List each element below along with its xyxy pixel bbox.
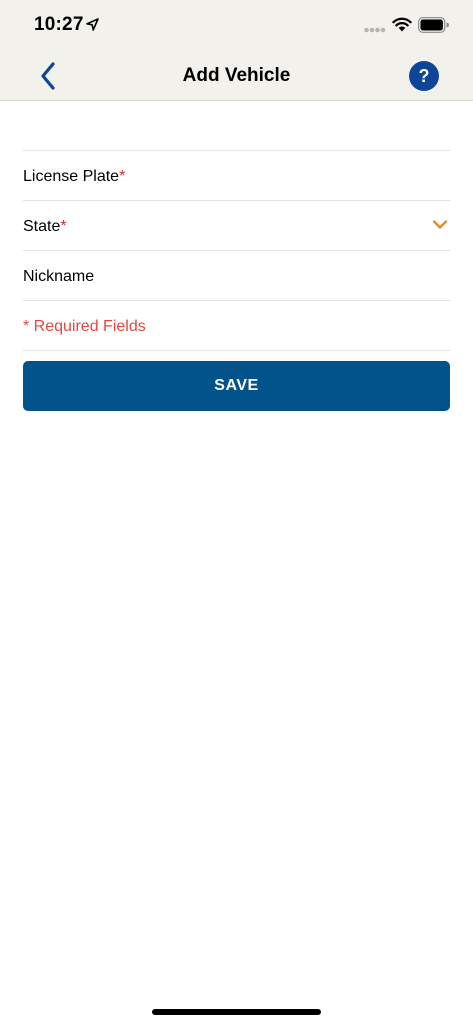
- location-arrow-icon: [86, 18, 99, 31]
- help-icon-label: ?: [418, 65, 430, 86]
- required-star: *: [119, 167, 126, 185]
- add-vehicle-screen: 10:27 Add Vehicle ? License Plate* State…: [0, 0, 473, 1024]
- nickname-field[interactable]: Nickname: [23, 251, 450, 301]
- cellular-signal-icon: [364, 27, 386, 33]
- navigation-bar: Add Vehicle ?: [0, 50, 473, 101]
- chevron-down-icon: [432, 220, 448, 229]
- battery-icon: [418, 17, 449, 33]
- help-button[interactable]: ?: [409, 61, 439, 91]
- status-bar: 10:27: [0, 0, 473, 50]
- status-time: 10:27: [34, 14, 84, 35]
- nickname-label: Nickname: [23, 267, 95, 285]
- form-spacer-row: [23, 101, 450, 151]
- save-button[interactable]: SAVE: [23, 361, 450, 411]
- state-select[interactable]: State*: [23, 201, 450, 251]
- wifi-icon: [392, 17, 412, 32]
- header-area: 10:27 Add Vehicle ?: [0, 0, 473, 101]
- home-indicator[interactable]: [152, 1009, 321, 1015]
- page-title: Add Vehicle: [182, 65, 291, 86]
- state-label: State*: [23, 217, 67, 235]
- required-fields-note-row: * Required Fields: [23, 301, 450, 351]
- required-star: *: [60, 217, 67, 235]
- license-plate-field[interactable]: License Plate*: [23, 151, 450, 201]
- license-plate-label: License Plate*: [23, 167, 126, 185]
- add-vehicle-form: License Plate* State* Nickname * Require…: [23, 101, 450, 351]
- required-fields-note: * Required Fields: [23, 317, 146, 335]
